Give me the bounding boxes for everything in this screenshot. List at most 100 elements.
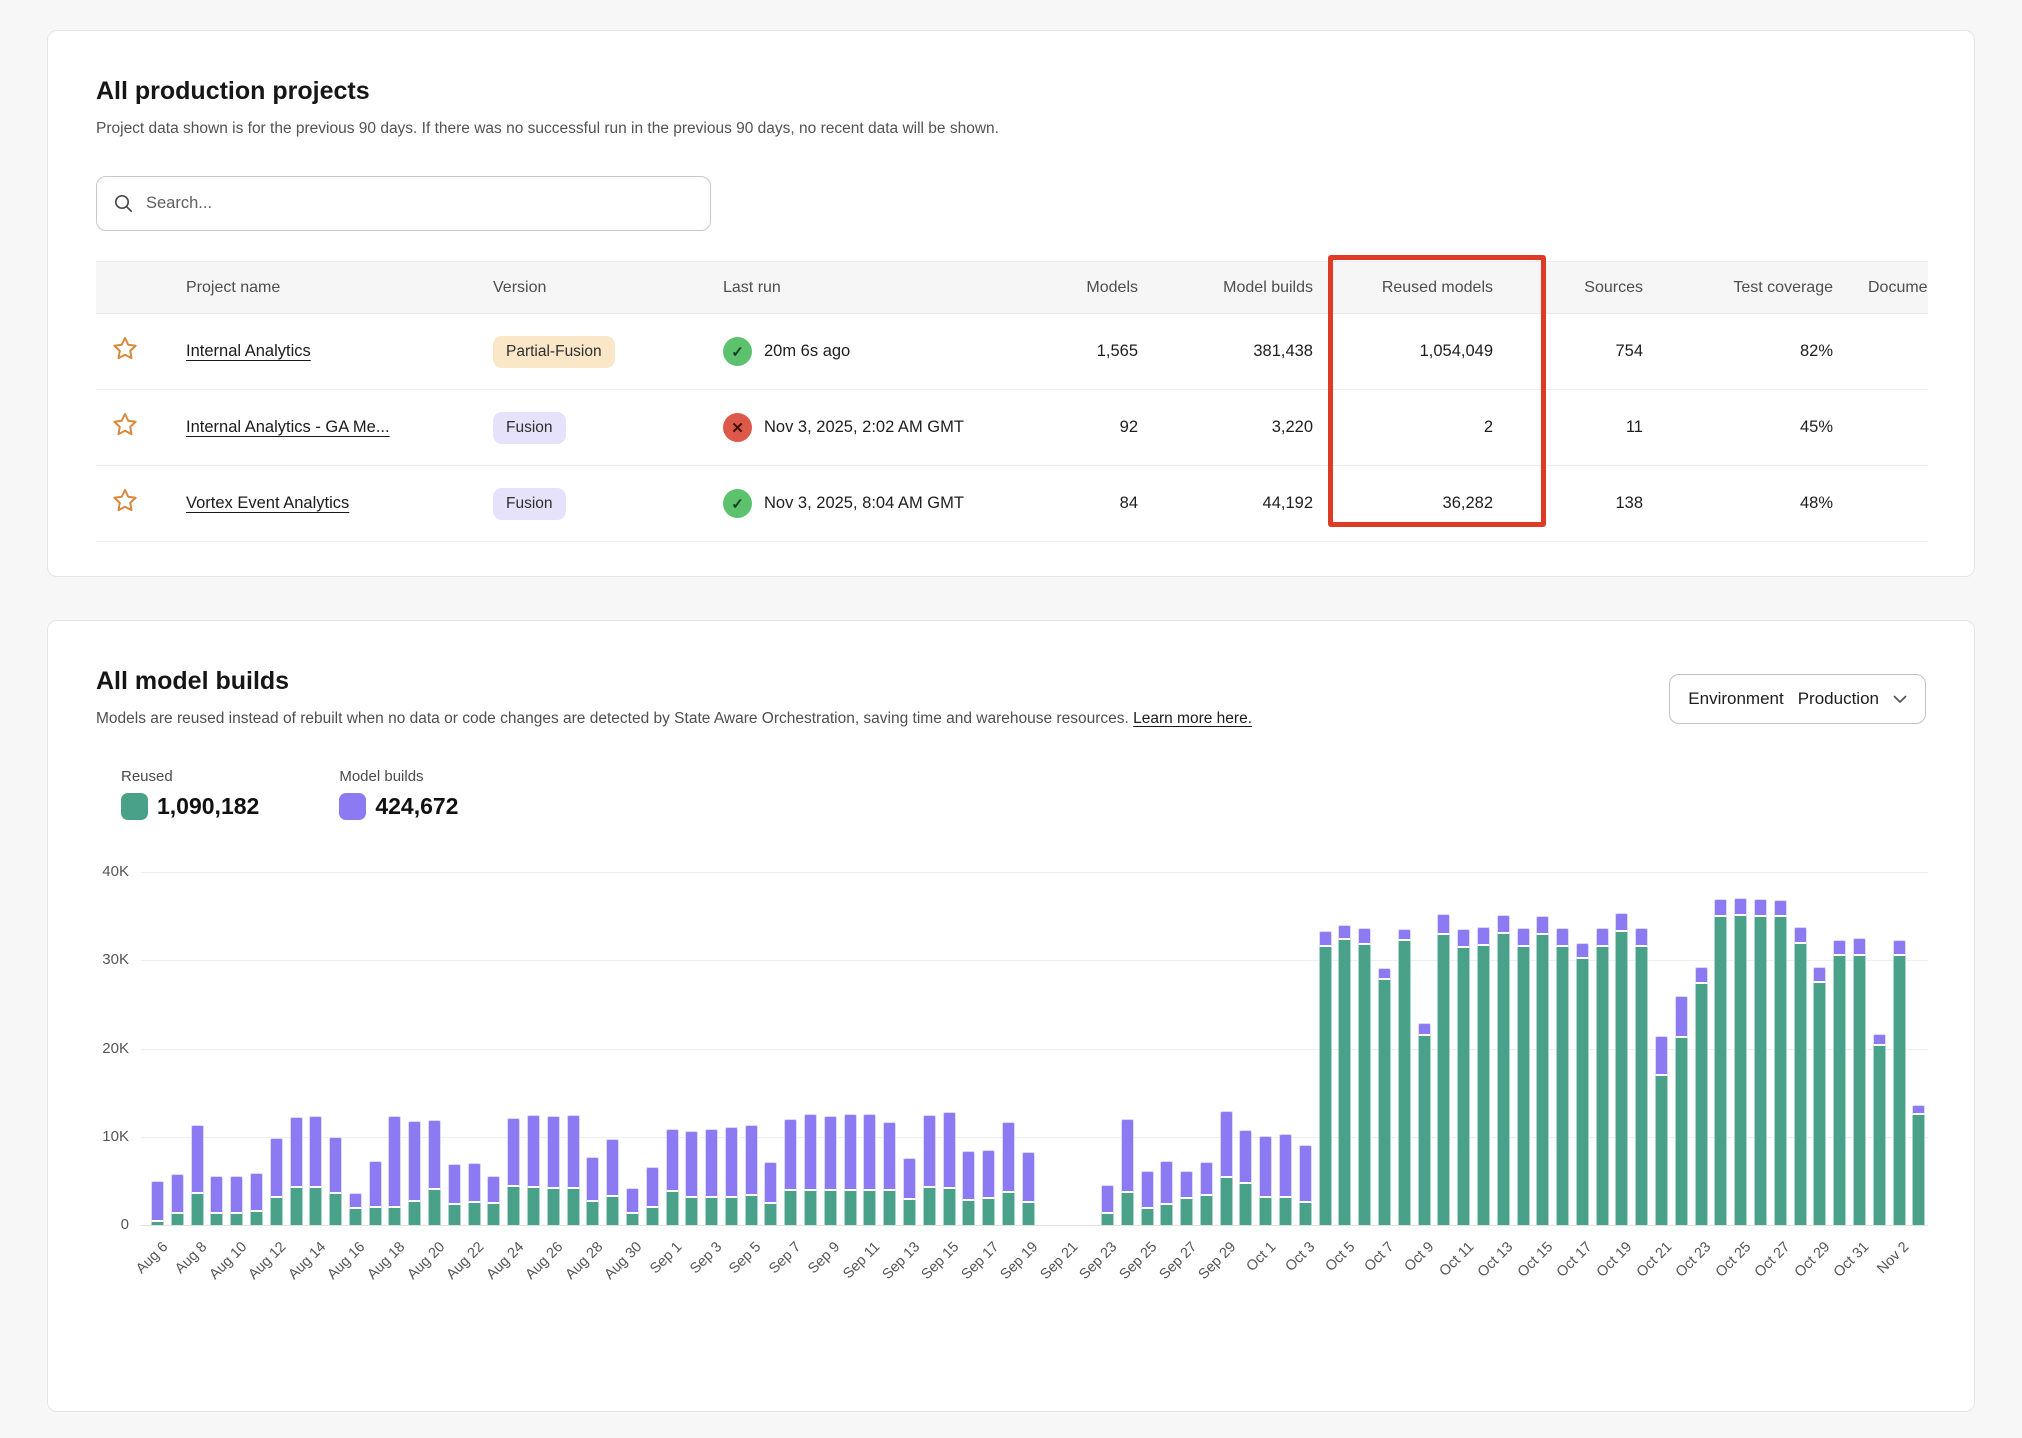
- bar-segment-builds[interactable]: [962, 1151, 975, 1201]
- bar-segment-reused[interactable]: [428, 1190, 441, 1225]
- bar-segment-builds[interactable]: [745, 1125, 758, 1196]
- bar-segment-reused[interactable]: [646, 1208, 659, 1225]
- bar-segment-builds[interactable]: [567, 1115, 580, 1189]
- bar-segment-reused[interactable]: [487, 1204, 500, 1225]
- column-header-project-name[interactable]: Project name: [186, 262, 493, 314]
- bar-segment-builds[interactable]: [408, 1121, 421, 1202]
- bar-segment-reused[interactable]: [1398, 941, 1411, 1225]
- bar-segment-builds[interactable]: [1596, 928, 1609, 947]
- column-header-version[interactable]: Version: [493, 262, 723, 314]
- bar-segment-reused[interactable]: [824, 1191, 837, 1225]
- bar-segment-reused[interactable]: [1437, 935, 1450, 1225]
- bar-segment-reused[interactable]: [1517, 947, 1530, 1225]
- bar-segment-builds[interactable]: [171, 1174, 184, 1214]
- bar-segment-builds[interactable]: [507, 1118, 520, 1187]
- bar-segment-reused[interactable]: [1635, 947, 1648, 1225]
- bar-segment-reused[interactable]: [1180, 1199, 1193, 1225]
- bar-segment-reused[interactable]: [151, 1222, 164, 1225]
- bar-segment-builds[interactable]: [428, 1120, 441, 1190]
- bar-segment-reused[interactable]: [784, 1191, 797, 1225]
- bar-segment-builds[interactable]: [606, 1139, 619, 1197]
- bar-segment-reused[interactable]: [1833, 956, 1846, 1225]
- bar-segment-builds[interactable]: [903, 1158, 916, 1200]
- bar-segment-builds[interactable]: [943, 1112, 956, 1189]
- bar-segment-builds[interactable]: [547, 1116, 560, 1188]
- bar-segment-reused[interactable]: [1615, 932, 1628, 1225]
- bar-segment-reused[interactable]: [1754, 917, 1767, 1225]
- bar-segment-reused[interactable]: [1239, 1184, 1252, 1225]
- bar-segment-reused[interactable]: [191, 1194, 204, 1225]
- bar-segment-reused[interactable]: [1200, 1196, 1213, 1225]
- bar-segment-builds[interactable]: [804, 1114, 817, 1191]
- column-header-reused-models[interactable]: Reused models: [1313, 262, 1493, 314]
- bar-segment-builds[interactable]: [1398, 929, 1411, 941]
- bar-segment-reused[interactable]: [1893, 956, 1906, 1225]
- bar-segment-builds[interactable]: [369, 1161, 382, 1209]
- bar-segment-builds[interactable]: [1101, 1185, 1114, 1214]
- bar-segment-reused[interactable]: [1378, 980, 1391, 1225]
- bar-segment-reused[interactable]: [1101, 1214, 1114, 1225]
- bar-segment-builds[interactable]: [863, 1114, 876, 1191]
- bar-segment-reused[interactable]: [745, 1196, 758, 1225]
- bar-segment-reused[interactable]: [962, 1201, 975, 1225]
- bar-segment-reused[interactable]: [1774, 917, 1787, 1225]
- bar-segment-reused[interactable]: [250, 1212, 263, 1225]
- bar-segment-reused[interactable]: [666, 1192, 679, 1225]
- bar-segment-builds[interactable]: [309, 1116, 322, 1188]
- bar-segment-reused[interactable]: [1279, 1198, 1292, 1225]
- column-header-last-run[interactable]: Last run: [723, 262, 1023, 314]
- bar-segment-reused[interactable]: [1299, 1203, 1312, 1225]
- bar-segment-reused[interactable]: [329, 1194, 342, 1225]
- bar-segment-reused[interactable]: [230, 1214, 243, 1225]
- bar-segment-builds[interactable]: [1754, 899, 1767, 917]
- project-name-link[interactable]: Internal Analytics - GA Me...: [186, 418, 390, 436]
- bar-segment-builds[interactable]: [764, 1162, 777, 1203]
- bar-segment-builds[interactable]: [1576, 943, 1589, 959]
- bar-segment-reused[interactable]: [1141, 1209, 1154, 1225]
- bar-segment-reused[interactable]: [982, 1199, 995, 1225]
- bar-segment-builds[interactable]: [388, 1116, 401, 1209]
- bar-segment-reused[interactable]: [309, 1188, 322, 1225]
- bar-segment-builds[interactable]: [1912, 1105, 1925, 1115]
- bar-segment-reused[interactable]: [1813, 983, 1826, 1225]
- bar-segment-builds[interactable]: [1497, 915, 1510, 934]
- bar-segment-reused[interactable]: [507, 1187, 520, 1225]
- bar-segment-builds[interactable]: [1239, 1130, 1252, 1185]
- bar-segment-builds[interactable]: [527, 1115, 540, 1188]
- bar-segment-builds[interactable]: [784, 1119, 797, 1190]
- bar-segment-builds[interactable]: [1457, 929, 1470, 948]
- bar-segment-builds[interactable]: [1160, 1161, 1173, 1205]
- project-search-box[interactable]: [96, 176, 711, 231]
- bar-segment-builds[interactable]: [1714, 899, 1727, 917]
- bar-segment-reused[interactable]: [1497, 934, 1510, 1225]
- bar-segment-builds[interactable]: [586, 1157, 599, 1202]
- bar-segment-builds[interactable]: [725, 1127, 738, 1198]
- bar-segment-reused[interactable]: [1714, 917, 1727, 1225]
- bar-segment-builds[interactable]: [1002, 1122, 1015, 1193]
- bar-segment-builds[interactable]: [626, 1188, 639, 1214]
- bar-segment-builds[interactable]: [1853, 938, 1866, 956]
- bar-segment-reused[interactable]: [1655, 1076, 1668, 1225]
- bar-segment-builds[interactable]: [1833, 940, 1846, 956]
- bar-segment-reused[interactable]: [408, 1202, 421, 1225]
- bar-segment-reused[interactable]: [1160, 1205, 1173, 1225]
- favorite-star-icon[interactable]: [110, 334, 140, 364]
- bar-segment-builds[interactable]: [1477, 927, 1490, 946]
- bar-segment-builds[interactable]: [1220, 1111, 1233, 1178]
- bar-segment-builds[interactable]: [1734, 898, 1747, 916]
- column-header-model-builds[interactable]: Model builds: [1138, 262, 1313, 314]
- bar-segment-reused[interactable]: [468, 1203, 481, 1225]
- bar-segment-reused[interactable]: [923, 1188, 936, 1225]
- bar-segment-reused[interactable]: [369, 1208, 382, 1225]
- bar-segment-builds[interactable]: [448, 1164, 461, 1205]
- bar-segment-reused[interactable]: [883, 1191, 896, 1225]
- bar-segment-builds[interactable]: [1873, 1034, 1886, 1045]
- bar-segment-builds[interactable]: [844, 1114, 857, 1191]
- bar-segment-builds[interactable]: [230, 1176, 243, 1215]
- bar-segment-builds[interactable]: [210, 1176, 223, 1214]
- bar-segment-builds[interactable]: [1517, 928, 1530, 947]
- bar-segment-builds[interactable]: [468, 1163, 481, 1203]
- bar-segment-builds[interactable]: [1635, 928, 1648, 947]
- bar-segment-builds[interactable]: [1299, 1145, 1312, 1203]
- bar-segment-builds[interactable]: [191, 1125, 204, 1194]
